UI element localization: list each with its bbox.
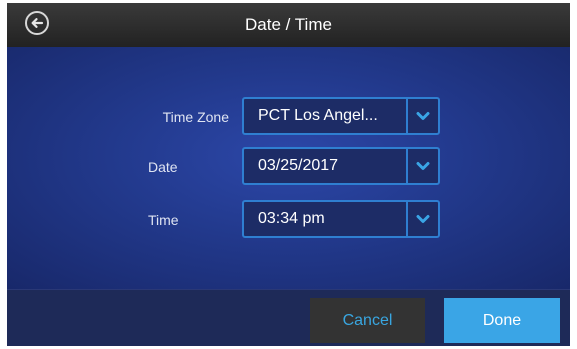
date-value: 03/25/2017 — [258, 157, 339, 174]
cancel-button[interactable]: Cancel — [310, 298, 425, 343]
timezone-value: PCT Los Angel... — [258, 107, 378, 124]
back-button[interactable] — [25, 11, 49, 35]
done-button[interactable]: Done — [444, 298, 560, 343]
timezone-label: Time Zone — [162, 109, 229, 125]
back-arrow-icon — [30, 16, 44, 30]
time-row: Time 03:34 pm — [7, 200, 570, 240]
chevron-down-icon[interactable] — [406, 99, 438, 133]
date-dropdown[interactable]: 03/25/2017 — [242, 147, 440, 185]
datetime-screen: Date / Time Time Zone PCT Los Angel... D… — [7, 3, 570, 346]
time-dropdown[interactable]: 03:34 pm — [242, 200, 440, 238]
footer-bar: Cancel Done — [7, 289, 570, 346]
timezone-dropdown[interactable]: PCT Los Angel... — [242, 97, 440, 135]
chevron-down-icon[interactable] — [406, 149, 438, 183]
time-value: 03:34 pm — [258, 210, 325, 227]
chevron-down-icon[interactable] — [406, 202, 438, 236]
date-row: Date 03/25/2017 — [7, 147, 570, 187]
timezone-row: Time Zone PCT Los Angel... — [7, 97, 570, 137]
page-title: Date / Time — [245, 15, 332, 34]
settings-panel: Time Zone PCT Los Angel... Date 03/25/20… — [7, 47, 570, 289]
title-bar: Date / Time — [7, 3, 570, 47]
